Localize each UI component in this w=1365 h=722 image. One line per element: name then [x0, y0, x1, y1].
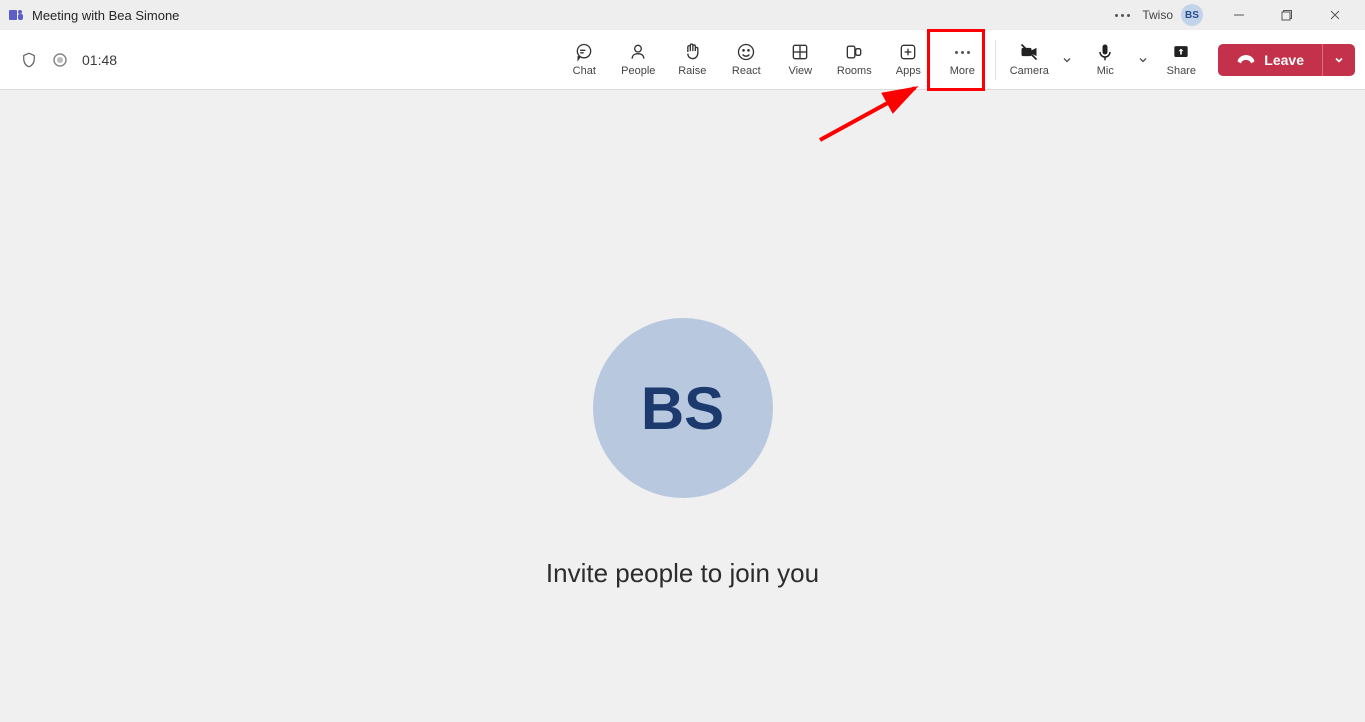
shield-icon[interactable] [20, 51, 38, 69]
more-icon [952, 42, 972, 62]
mic-label: Mic [1097, 65, 1114, 77]
rooms-label: Rooms [837, 65, 872, 77]
avatar[interactable]: BS [1181, 4, 1203, 26]
teams-icon [8, 7, 24, 23]
meeting-toolbar: 01:48 Chat People Raise React View Rooms [0, 30, 1365, 90]
people-label: People [621, 65, 655, 77]
invite-text: Invite people to join you [546, 558, 819, 589]
chat-icon [574, 42, 594, 62]
leave-chevron[interactable] [1322, 44, 1355, 76]
meeting-stage: BS Invite people to join you [0, 90, 1365, 722]
raise-label: Raise [678, 65, 706, 77]
view-label: View [788, 65, 812, 77]
window-title: Meeting with Bea Simone [32, 8, 179, 23]
react-label: React [732, 65, 761, 77]
view-button[interactable]: View [773, 33, 827, 87]
people-icon [628, 42, 648, 62]
minimize-button[interactable] [1217, 1, 1261, 29]
camera-off-icon [1019, 42, 1039, 62]
more-label: More [950, 65, 975, 77]
close-button[interactable] [1313, 1, 1357, 29]
react-button[interactable]: React [719, 33, 773, 87]
record-icon[interactable] [52, 52, 68, 68]
apps-button[interactable]: Apps [881, 33, 935, 87]
rooms-icon [844, 42, 864, 62]
raise-icon [682, 42, 702, 62]
participant-avatar: BS [593, 318, 773, 498]
chat-label: Chat [573, 65, 596, 77]
mic-button[interactable]: Mic [1078, 33, 1132, 87]
chat-button[interactable]: Chat [557, 33, 611, 87]
rooms-button[interactable]: Rooms [827, 33, 881, 87]
mic-chevron[interactable] [1132, 54, 1154, 66]
titlebar: Meeting with Bea Simone Twiso BS [0, 0, 1365, 30]
camera-button[interactable]: Camera [1002, 33, 1056, 87]
camera-chevron[interactable] [1056, 54, 1078, 66]
share-button[interactable]: Share [1154, 33, 1208, 87]
share-icon [1171, 42, 1191, 62]
leave-button[interactable]: Leave [1218, 44, 1322, 76]
view-icon [790, 42, 810, 62]
account-name[interactable]: Twiso [1142, 8, 1173, 22]
mic-icon [1095, 42, 1115, 62]
camera-label: Camera [1010, 65, 1049, 77]
meeting-timer: 01:48 [82, 52, 117, 68]
more-button[interactable]: More [935, 33, 989, 87]
apps-label: Apps [896, 65, 921, 77]
people-button[interactable]: People [611, 33, 665, 87]
separator [995, 40, 996, 80]
apps-icon [898, 42, 918, 62]
titlebar-more-icon[interactable] [1107, 14, 1138, 17]
share-label: Share [1167, 65, 1196, 77]
react-icon [736, 42, 756, 62]
raise-button[interactable]: Raise [665, 33, 719, 87]
hangup-icon [1236, 53, 1256, 67]
maximize-button[interactable] [1265, 1, 1309, 29]
leave-label: Leave [1264, 52, 1304, 68]
